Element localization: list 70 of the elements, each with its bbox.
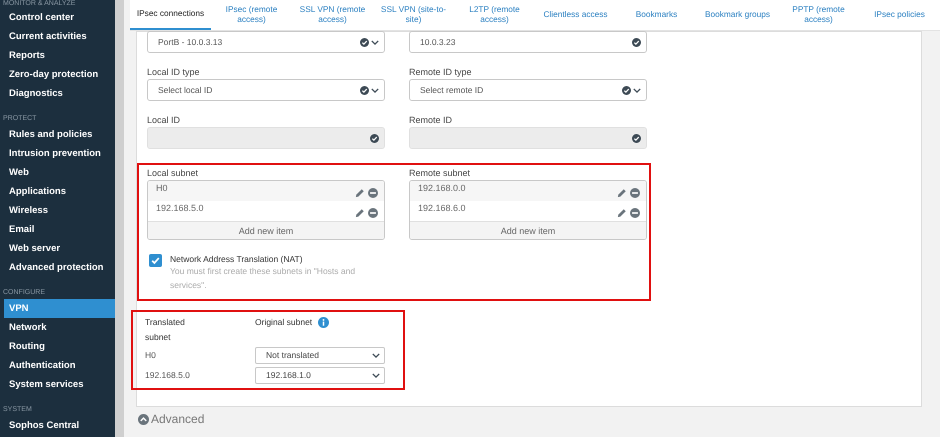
tab[interactable]: L2TP (remote access) — [454, 0, 535, 30]
select-field[interactable]: Select local ID — [147, 79, 385, 101]
remove-icon[interactable] — [368, 188, 378, 198]
select-field[interactable]: PortB - 10.0.3.13 — [147, 31, 385, 53]
sidebar-item[interactable]: Advanced protection — [0, 258, 115, 277]
info-icon[interactable] — [318, 317, 330, 328]
sidebar-item[interactable]: Applications — [0, 182, 115, 201]
field-label: Local subnet — [147, 168, 200, 178]
tab[interactable]: Bookmarks — [616, 0, 697, 30]
add-item-button[interactable]: Add new item — [148, 221, 384, 239]
sidebar-item[interactable]: Zero-day protection — [0, 65, 115, 84]
check-circle-icon — [632, 134, 641, 142]
chevron-circle-icon[interactable] — [138, 414, 149, 424]
sidebar-item[interactable]: Current activities — [0, 27, 115, 46]
sidebar-item[interactable]: Wireless — [0, 201, 115, 220]
chevron-down-icon — [372, 352, 380, 358]
field-label: Remote ID — [409, 115, 454, 125]
chevron-down-icon — [372, 372, 380, 378]
sidebar-item[interactable]: Authentication — [0, 356, 115, 375]
list-item[interactable]: H0 — [148, 181, 384, 201]
sidebar-item[interactable]: Web server — [0, 239, 115, 258]
sidebar-item[interactable]: System services — [0, 375, 115, 394]
column-header: Translated subnet — [145, 316, 186, 344]
column-header: Original subnet — [255, 316, 312, 329]
sidebar-item[interactable]: VPN — [4, 299, 115, 318]
remove-icon[interactable] — [630, 188, 640, 198]
checkbox[interactable] — [149, 254, 162, 267]
sidebar-item[interactable]: Control center — [0, 8, 115, 27]
chevron-down-icon — [371, 40, 379, 44]
check-circle-icon — [360, 86, 369, 94]
field-label: Local ID type — [147, 67, 201, 77]
sidebar-item[interactable]: Network — [0, 318, 115, 337]
select-field[interactable]: Not translated — [255, 346, 385, 364]
chevron-down-icon — [633, 88, 641, 92]
field-label: Local ID — [147, 115, 182, 125]
tab[interactable]: Clientless access — [535, 0, 616, 30]
chevron-down-icon — [371, 88, 379, 92]
check-circle-icon — [632, 38, 641, 46]
remove-icon[interactable] — [630, 208, 640, 218]
check-circle-icon — [370, 134, 379, 142]
sidebar-item[interactable]: Routing — [0, 337, 115, 356]
checkbox-label: Network Address Translation (NAT) — [170, 254, 304, 264]
add-item-button[interactable]: Add new item — [410, 221, 646, 239]
tab[interactable]: Bookmark groups — [697, 0, 778, 30]
field-label: Remote ID type — [409, 67, 473, 77]
remove-icon[interactable] — [368, 208, 378, 218]
table-cell-text: 192.168.5.0 — [145, 370, 191, 380]
sidebar-item[interactable]: Sophos Central — [0, 416, 115, 435]
select-field[interactable]: Select remote ID — [409, 79, 647, 101]
check-circle-icon — [360, 38, 369, 46]
scrollbar[interactable] — [115, 0, 124, 437]
hint-text: You must first create these subnets in "Hosts and services". — [170, 265, 356, 292]
sidebar-item[interactable]: Email — [0, 220, 115, 239]
select-field[interactable]: 192.168.1.0 — [255, 366, 385, 384]
tab[interactable]: IPsec policies — [859, 0, 940, 30]
field-label: Remote subnet — [409, 168, 472, 178]
sidebar-item[interactable]: Web — [0, 163, 115, 182]
tab[interactable]: IPsec (remote access) — [211, 0, 292, 30]
section-toggle[interactable]: Advanced — [151, 412, 204, 426]
check-circle-icon — [622, 86, 631, 94]
tab[interactable]: SSL VPN (remote access) — [292, 0, 373, 30]
sidebar-item[interactable]: Reports — [0, 46, 115, 65]
sidebar-item[interactable]: Rules and policies — [0, 125, 115, 144]
sidebar-item[interactable]: Diagnostics — [0, 84, 115, 103]
sidebar-item[interactable]: Intrusion prevention — [0, 144, 115, 163]
tab[interactable]: SSL VPN (site-to-site) — [373, 0, 454, 30]
input-field[interactable]: 10.0.3.23 — [409, 31, 647, 53]
tab[interactable]: PPTP (remote access) — [778, 0, 859, 30]
table-cell-text: H0 — [145, 350, 157, 360]
list-item[interactable]: 192.168.0.0 — [410, 181, 646, 201]
